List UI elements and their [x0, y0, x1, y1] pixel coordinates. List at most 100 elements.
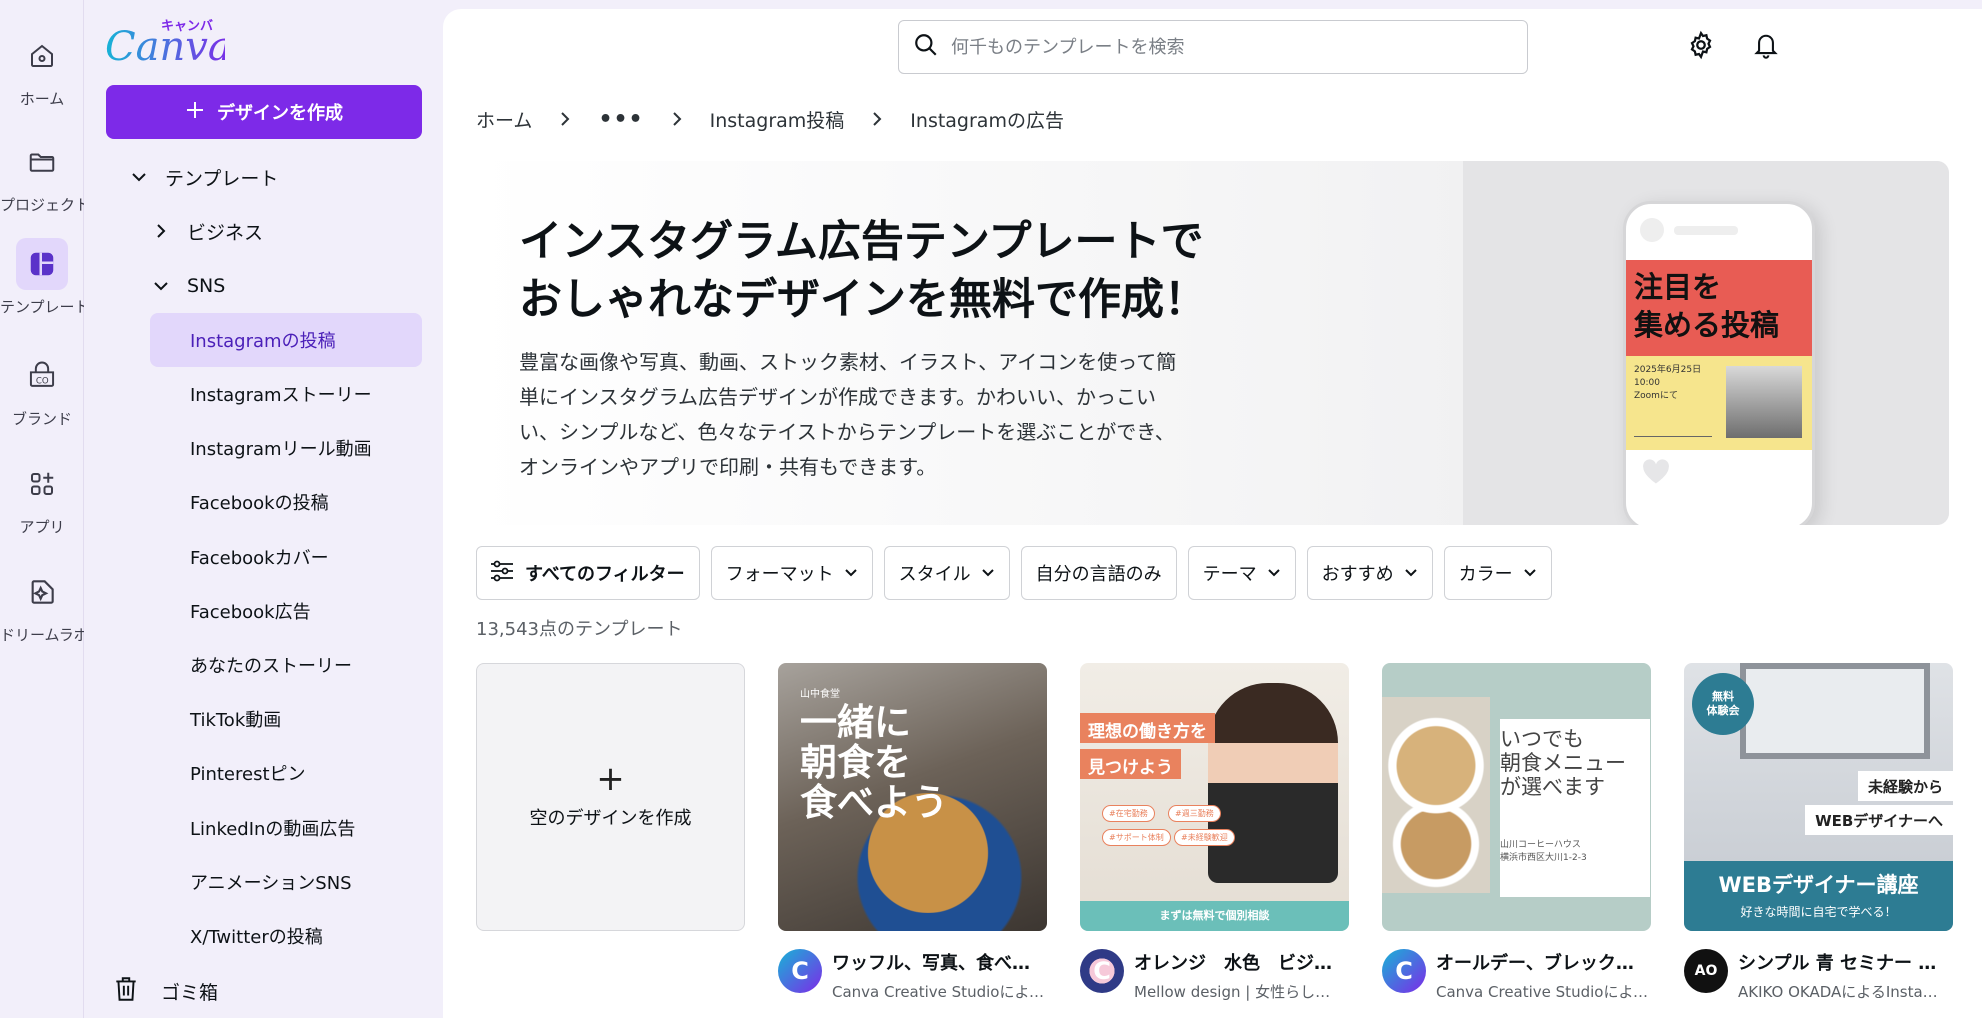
- thumb-label: WEBデザイナーへ: [1805, 805, 1953, 835]
- template-thumbnail[interactable]: いつでも 朝食メニュー が選べます 山川コーヒーハウス 横浜市西区大川1-2-3: [1382, 663, 1651, 931]
- sidebar-item-animation-sns[interactable]: アニメーションSNS: [150, 855, 422, 909]
- all-filters-button[interactable]: すべてのフィルター: [476, 546, 700, 600]
- tree-templates[interactable]: テンプレート: [127, 153, 278, 201]
- thumb-headline-line: 朝食メニュー: [1500, 751, 1626, 775]
- breadcrumb-instagram-post[interactable]: Instagram投稿: [710, 106, 845, 133]
- search-box[interactable]: [898, 20, 1528, 74]
- template-author[interactable]: Canva Creative Studioによる…: [832, 981, 1047, 1002]
- chevron-right-icon: [149, 219, 173, 243]
- template-author[interactable]: Canva Creative Studioによる…: [1436, 981, 1651, 1002]
- avatar: AO: [1684, 949, 1728, 993]
- thumb-headline-line: 一緒に: [800, 701, 911, 744]
- filter-color[interactable]: カラー: [1443, 546, 1552, 600]
- filter-label: おすすめ: [1321, 564, 1394, 585]
- rail-item-apps[interactable]: アプリ: [0, 458, 84, 537]
- settings-button[interactable]: [1683, 29, 1719, 65]
- rail-item-templates[interactable]: テンプレート: [0, 238, 84, 317]
- post-divider: [1634, 436, 1712, 437]
- thumb-band: まずは無料で個別相談: [1080, 901, 1349, 931]
- canva-logo[interactable]: Canva キャンバ: [105, 16, 232, 70]
- template-card[interactable]: 理想の働き方を 見つけよう #在宅勤務 #週三勤務 #サポート体制 #未経験歓迎…: [1080, 663, 1349, 1002]
- sidebar-item-facebook-ad[interactable]: Facebook広告: [150, 584, 422, 638]
- thumb-address-line: 横浜市西区大川1-2-3: [1500, 853, 1587, 863]
- thumb-band-subtitle: 好きな時間に自宅で学べる！: [1740, 905, 1897, 919]
- sidebar-item-tiktok-video[interactable]: TikTok動画: [150, 692, 422, 746]
- template-card[interactable]: 山中食堂 一緒に 朝食を 食べよう C ワッフル、写真、食べ物、… Canva …: [778, 663, 1047, 1002]
- template-thumbnail[interactable]: 山中食堂 一緒に 朝食を 食べよう: [778, 663, 1047, 931]
- template-title: オールデー、ブレックファ…: [1436, 953, 1651, 974]
- breadcrumb-current: Instagramの広告: [910, 109, 1064, 132]
- thumb-headline-line: いつでも: [1500, 727, 1584, 751]
- sidebar-item-facebook-post[interactable]: Facebookの投稿: [150, 475, 422, 529]
- chevron-down-icon: [149, 274, 173, 298]
- template-icon: [16, 238, 68, 290]
- sidebar-item-your-story[interactable]: あなたのストーリー: [150, 638, 422, 692]
- tree-business[interactable]: ビジネス: [149, 207, 263, 255]
- all-filters-label: すべてのフィルター: [525, 564, 685, 585]
- sidebar-item-facebook-cover[interactable]: Facebookカバー: [150, 530, 422, 584]
- chevron-right-icon: [870, 111, 884, 127]
- rail-label: ドリームラボ: [0, 626, 84, 644]
- sidebar-item-trash[interactable]: ゴミ箱: [113, 975, 218, 1008]
- template-card[interactable]: いつでも 朝食メニュー が選べます 山川コーヒーハウス 横浜市西区大川1-2-3…: [1382, 663, 1651, 1002]
- laptop-screen: [1746, 669, 1924, 753]
- blank-design-card[interactable]: + 空のデザインを作成: [476, 663, 745, 931]
- sidebar-item-instagram-reel[interactable]: Instagramリール動画: [150, 421, 422, 475]
- chevron-down-icon: [981, 563, 995, 584]
- phone-mockup: 注目を 集める投稿 2025年6月25日 10:00 Zoomにて: [1623, 201, 1815, 525]
- hero-title-line: インスタグラム広告テンプレートで: [519, 217, 1204, 267]
- filter-style[interactable]: スタイル: [883, 546, 1010, 600]
- sidebar-item-x-twitter-post[interactable]: X/Twitterの投稿: [150, 909, 422, 963]
- thumb-headline: いつでも 朝食メニュー が選べます: [1500, 727, 1626, 799]
- thumb-pill: #未経験歓迎: [1174, 829, 1235, 846]
- main-content: ホーム ••• Instagram投稿 Instagramの広告 インスタグラム…: [443, 9, 1982, 1018]
- plus-icon: +: [596, 759, 625, 799]
- template-author[interactable]: AKIKO OKADAによるInsta…: [1738, 981, 1953, 1002]
- phone-header-bar: [1674, 226, 1738, 235]
- rail-item-dream-lab[interactable]: ドリームラボ: [0, 566, 84, 645]
- notifications-button[interactable]: [1748, 29, 1784, 65]
- rail-label: ブランド: [11, 410, 72, 428]
- filter-bar: すべてのフィルター フォーマット スタイル 自分の言語のみ テーマ おすすめ カ…: [476, 546, 1552, 600]
- rail-item-projects[interactable]: プロジェクト: [0, 136, 84, 215]
- chevron-down-icon: [844, 563, 858, 584]
- hero-description: 豊富な画像や写真、動画、ストック素材、イラスト、アイコンを使って簡単にインスタグ…: [519, 350, 1177, 479]
- thumb-badge: 無料 体験会: [1692, 673, 1754, 735]
- breadcrumb-home[interactable]: ホーム: [476, 106, 532, 133]
- post-headline-line: 注目を: [1634, 270, 1722, 304]
- phone-post: 注目を 集める投稿 2025年6月25日 10:00 Zoomにて: [1626, 260, 1812, 450]
- thumb-headline: 一緒に 朝食を 食べよう: [800, 703, 948, 823]
- thumb-label: 未経験から: [1857, 771, 1953, 801]
- create-design-button[interactable]: デザインを作成: [106, 85, 422, 139]
- breadcrumb-more[interactable]: •••: [598, 107, 643, 132]
- filter-recommended[interactable]: おすすめ: [1306, 546, 1433, 600]
- template-thumbnail[interactable]: 無料 体験会 未経験から WEBデザイナーへ WEBデザイナー講座 好きな時間に…: [1684, 663, 1953, 931]
- filter-label: スタイル: [898, 564, 971, 585]
- template-thumbnail[interactable]: 理想の働き方を 見つけよう #在宅勤務 #週三勤務 #サポート体制 #未経験歓迎…: [1080, 663, 1349, 931]
- post-headline: 注目を 集める投稿: [1626, 260, 1812, 356]
- filter-my-language[interactable]: 自分の言語のみ: [1020, 546, 1177, 600]
- thumb-band: WEBデザイナー講座 好きな時間に自宅で学べる！: [1684, 861, 1953, 931]
- rail-item-brand[interactable]: CO ブランド: [0, 350, 84, 429]
- template-meta: C ワッフル、写真、食べ物、… Canva Creative Studioによる…: [778, 949, 1047, 1002]
- search-input[interactable]: [951, 36, 1511, 58]
- rail-label: アプリ: [19, 518, 65, 536]
- sidebar-item-instagram-post[interactable]: Instagramの投稿: [150, 313, 422, 367]
- template-meta: C オレンジ 水色 ビジネス… Mellow design | 女性らし…: [1080, 949, 1349, 1002]
- filter-label: カラー: [1458, 564, 1513, 585]
- thumb-text: 山中食堂: [800, 689, 840, 700]
- filter-theme[interactable]: テーマ: [1187, 546, 1296, 600]
- sidebar-item-linkedin-video-ad[interactable]: LinkedInの動画広告: [150, 801, 422, 855]
- template-author[interactable]: Mellow design | 女性らし…: [1134, 981, 1349, 1002]
- rail-item-home[interactable]: ホーム: [0, 30, 84, 109]
- tree-business-label: ビジネス: [187, 221, 264, 244]
- tree-sns[interactable]: SNS: [149, 262, 225, 310]
- filter-format[interactable]: フォーマット: [710, 546, 873, 600]
- sidebar-item-instagram-story[interactable]: Instagramストーリー: [150, 367, 422, 421]
- chevron-down-icon: [127, 165, 151, 189]
- svg-text:キャンバ: キャンバ: [161, 19, 213, 34]
- sidebar-item-pinterest-pin[interactable]: Pinterestピン: [150, 746, 422, 800]
- thumb-pill: #在宅勤務: [1102, 805, 1155, 822]
- avatar: C: [1382, 949, 1426, 993]
- template-card[interactable]: 無料 体験会 未経験から WEBデザイナーへ WEBデザイナー講座 好きな時間に…: [1684, 663, 1953, 1002]
